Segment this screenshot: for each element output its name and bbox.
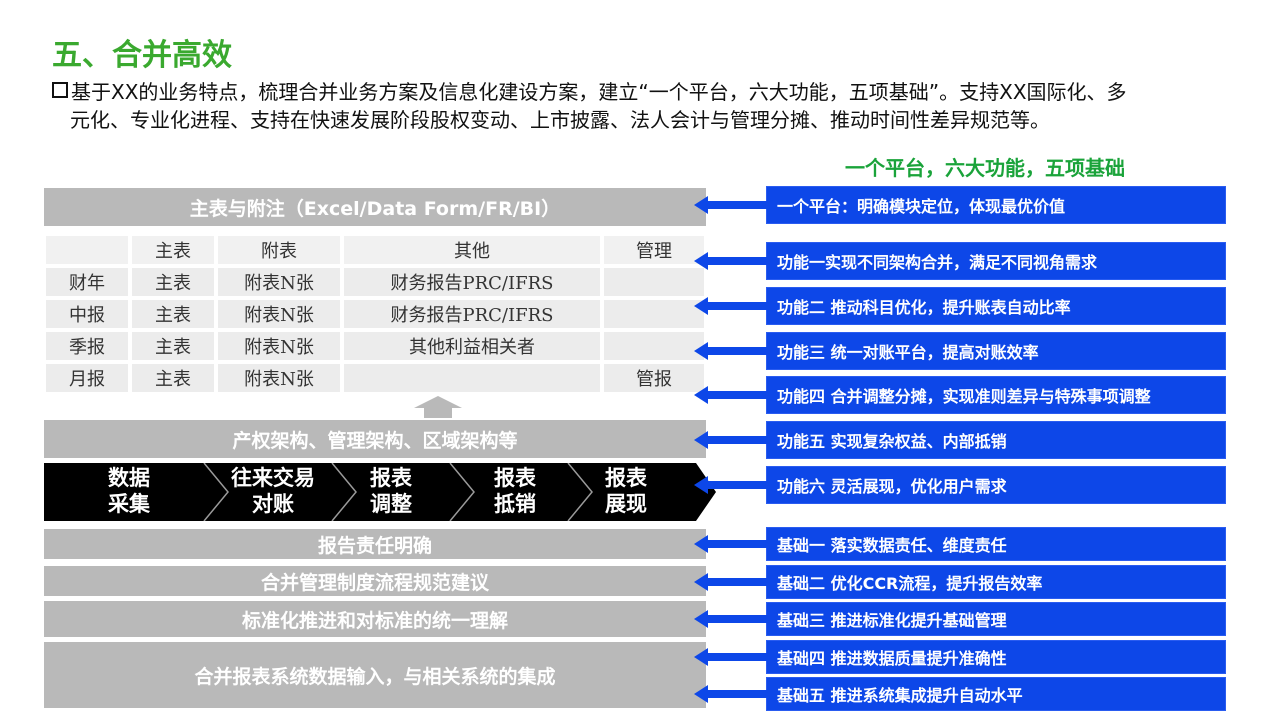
up-arrow-icon: [414, 396, 462, 418]
left-arrow-icon: [694, 297, 768, 315]
function-box: 功能五 实现复杂权益、内部抵销: [766, 421, 1226, 459]
table-cell: [604, 268, 704, 296]
foundation-box: 基础三 推进标准化提升基础管理: [766, 602, 1226, 636]
step-line: 报表: [494, 466, 536, 490]
foundation-box: 基础一 落实数据责任、维度责任: [766, 527, 1226, 561]
right-column-title: 一个平台，六大功能，五项基础: [845, 156, 1125, 180]
table-header-cell: 其他: [344, 236, 600, 264]
left-arrow-icon: [694, 196, 768, 214]
table-cell: [604, 300, 704, 328]
table-header-cell: 附表: [218, 236, 340, 264]
left-arrow-icon: [694, 476, 768, 494]
left-arrow-icon: [694, 386, 768, 404]
function-box: 功能二 推动科目优化，提升账表自动比率: [766, 287, 1226, 325]
table-cell: 主表: [132, 268, 214, 296]
step-line: 抵销: [494, 492, 536, 516]
left-arrow-icon: [694, 573, 768, 591]
step-line: 往来交易: [231, 466, 315, 490]
foundation-bar: 合并报表系统数据输入，与相关系统的集成: [44, 642, 706, 708]
left-arrow-icon: [694, 342, 768, 360]
table-cell: [604, 332, 704, 360]
process-step-elimination: 报表 抵销: [460, 465, 570, 517]
foundation-bar: 合并管理制度流程规范建议: [44, 566, 706, 596]
process-step-reconciliation: 往来交易 对账: [218, 465, 328, 517]
table-cell: 财务报告PRC/IFRS: [344, 268, 600, 296]
step-line: 对账: [252, 492, 294, 516]
table-cell: 月报: [46, 364, 128, 392]
table-header-cell: 主表: [132, 236, 214, 264]
intro-line-2: 元化、专业化进程、支持在快速发展阶段股权变动、上市披露、法人会计与管理分摊、推动…: [70, 108, 1050, 132]
table-cell: 附表N张: [218, 268, 340, 296]
left-arrow-icon: [694, 535, 768, 553]
step-line: 数据: [108, 466, 150, 490]
foundation-bar: 报告责任明确: [44, 529, 706, 559]
table-cell: 主表: [132, 300, 214, 328]
left-arrow-icon: [694, 648, 768, 666]
table-cell: 中报: [46, 300, 128, 328]
structure-bar: 产权架构、管理架构、区域架构等: [44, 420, 706, 458]
platform-box: 一个平台：明确模块定位，体现最优价值: [766, 186, 1226, 224]
step-line: 展现: [605, 492, 647, 516]
function-box: 功能六 灵活展现，优化用户需求: [766, 466, 1226, 504]
function-box: 功能一实现不同架构合并，满足不同视角需求: [766, 242, 1226, 280]
checkbox-bullet-icon: [52, 82, 68, 98]
intro-line-1: 基于XX的业务特点，梳理合并业务方案及信息化建设方案，建立“一个平台，六大功能，…: [71, 80, 1127, 104]
intro-text: 基于XX的业务特点，梳理合并业务方案及信息化建设方案，建立“一个平台，六大功能，…: [52, 78, 1232, 134]
process-step-data-collection: 数据 采集: [74, 465, 184, 517]
top-bar-main-tables: 主表与附注（Excel/Data Form/FR/BI）: [44, 188, 706, 226]
left-arrow-icon: [694, 685, 768, 703]
function-box: 功能三 统一对账平台，提高对账效率: [766, 332, 1226, 370]
table-cell: 附表N张: [218, 300, 340, 328]
table-header-cell: [46, 236, 128, 264]
process-step-presentation: 报表 展现: [571, 465, 681, 517]
left-arrow-icon: [694, 252, 768, 270]
foundation-box: 基础二 优化CCR流程，提升报告效率: [766, 565, 1226, 599]
table-cell: 财年: [46, 268, 128, 296]
step-line: 采集: [108, 492, 150, 516]
table-cell: 财务报告PRC/IFRS: [344, 300, 600, 328]
table-cell: [344, 364, 600, 392]
foundation-bar: 标准化推进和对标准的统一理解: [44, 601, 706, 637]
left-arrow-icon: [694, 431, 768, 449]
foundation-box: 基础五 推进系统集成提升自动水平: [766, 677, 1226, 711]
step-line: 调整: [370, 492, 412, 516]
left-arrow-icon: [694, 610, 768, 628]
report-table: 主表 附表 其他 管理 财年 主表 附表N张 财务报告PRC/IFRS 中报 主…: [44, 228, 706, 416]
function-box: 功能四 合并调整分摊，实现准则差异与特殊事项调整: [766, 376, 1226, 414]
table-cell: 主表: [132, 332, 214, 360]
table-cell: 其他利益相关者: [344, 332, 600, 360]
table-cell: 管报: [604, 364, 704, 392]
table-cell: 附表N张: [218, 364, 340, 392]
table-cell: 季报: [46, 332, 128, 360]
table-header-cell: 管理: [604, 236, 704, 264]
table-cell: 附表N张: [218, 332, 340, 360]
step-line: 报表: [370, 466, 412, 490]
step-line: 报表: [605, 466, 647, 490]
process-step-adjustment: 报表 调整: [336, 465, 446, 517]
table-cell: 主表: [132, 364, 214, 392]
foundation-box: 基础四 推进数据质量提升准确性: [766, 640, 1226, 674]
slide-title: 五、合并高效: [52, 38, 232, 73]
